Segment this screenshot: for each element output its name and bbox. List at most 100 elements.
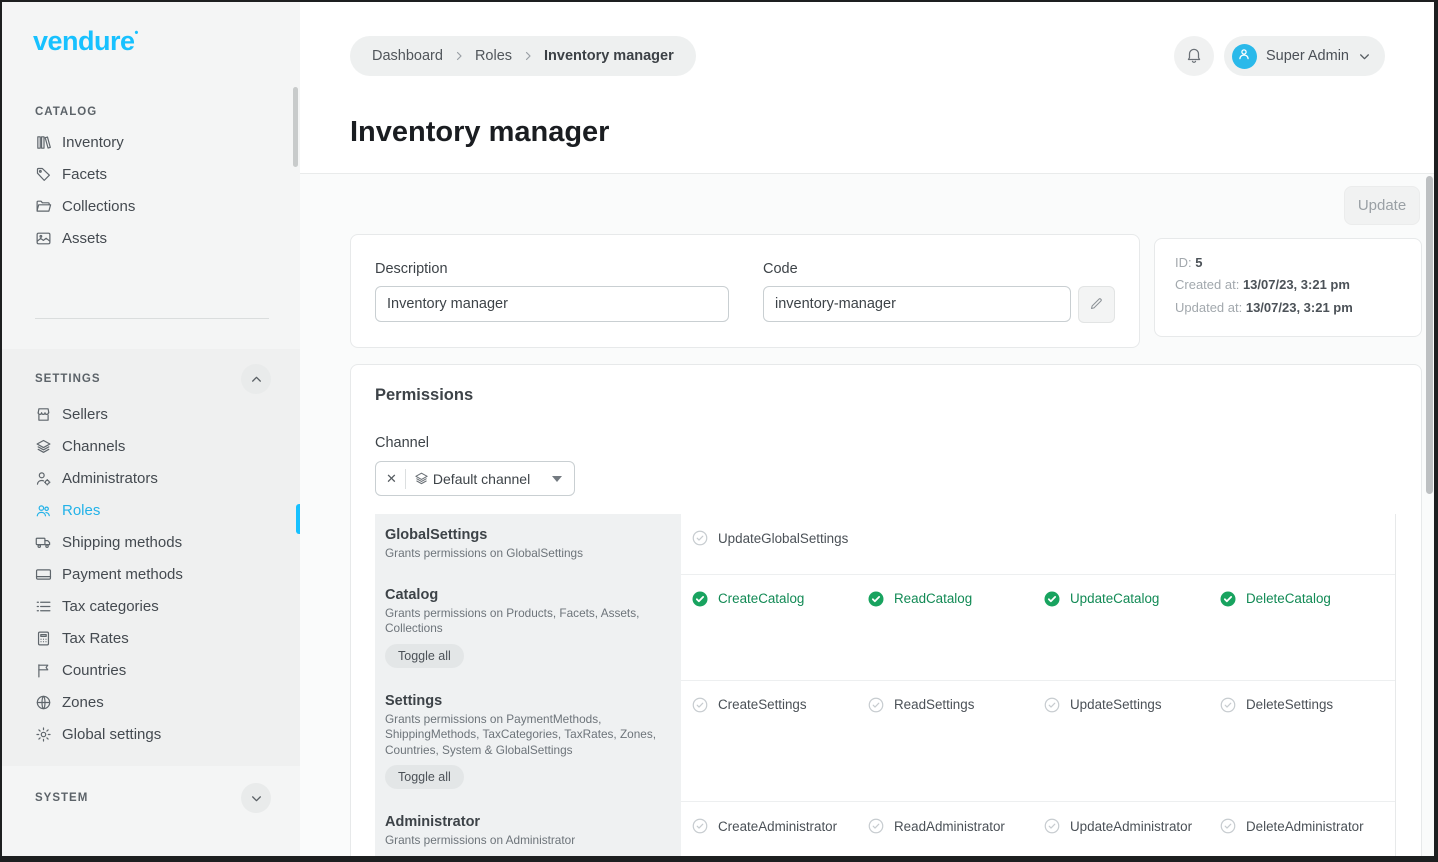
- sidebar-item-label: Zones: [62, 694, 104, 711]
- sidebar-item-roles[interactable]: Roles: [2, 494, 300, 526]
- permission-deletecatalog[interactable]: DeleteCatalog: [1219, 589, 1395, 609]
- permission-label: DeleteAdministrator: [1246, 819, 1364, 834]
- breadcrumb-separator-icon: [453, 50, 465, 62]
- permissions-card: Permissions Channel ✕ Default channel Gl…: [350, 364, 1422, 856]
- permissions-heading: Permissions: [375, 386, 1396, 405]
- page-title: Inventory manager: [350, 116, 609, 149]
- code-input[interactable]: [763, 286, 1071, 322]
- permission-label: ReadSettings: [894, 697, 974, 712]
- sidebar-item-payment-methods[interactable]: Payment methods: [2, 558, 300, 590]
- sidebar-item-administrators[interactable]: Administrators: [2, 462, 300, 494]
- sidebar-item-collections[interactable]: Collections: [2, 190, 300, 222]
- permission-updateglobalsettings[interactable]: UpdateGlobalSettings: [691, 528, 867, 548]
- sidebar-section-catalog: CATALOG InventoryFacetsCollectionsAssets: [2, 98, 300, 254]
- sidebar-item-tax-rates[interactable]: Tax Rates: [2, 622, 300, 654]
- sidebar-item-assets[interactable]: Assets: [2, 222, 300, 254]
- update-button[interactable]: Update: [1344, 186, 1420, 225]
- permission-label: CreateCatalog: [718, 591, 804, 606]
- sidebar-item-label: Countries: [62, 662, 126, 679]
- user-menu[interactable]: Super Admin: [1224, 36, 1385, 76]
- channel-select[interactable]: ✕ Default channel: [375, 461, 575, 496]
- entity-info-panel: ID: 5 Created at: 13/07/23, 3:21 pm Upda…: [1154, 238, 1422, 337]
- code-label: Code: [763, 261, 1115, 277]
- admin-icon: [35, 470, 52, 487]
- section-toggle-system[interactable]: [241, 783, 271, 813]
- description-label: Description: [375, 261, 729, 277]
- check-circle-icon: [867, 696, 885, 714]
- clear-channel-button[interactable]: ✕: [386, 472, 397, 485]
- sidebar-item-global-settings[interactable]: Global settings: [2, 718, 300, 750]
- permission-label: DeleteSettings: [1246, 697, 1333, 712]
- select-divider: [405, 469, 406, 489]
- permission-updatecatalog[interactable]: UpdateCatalog: [1043, 589, 1219, 609]
- permission-updateadministrator[interactable]: UpdateAdministrator: [1043, 816, 1219, 836]
- notifications-button[interactable]: [1174, 36, 1214, 76]
- permission-createcatalog[interactable]: CreateCatalog: [691, 589, 867, 609]
- permission-updatesettings[interactable]: UpdateSettings: [1043, 695, 1219, 715]
- channel-label: Channel: [375, 435, 1396, 451]
- breadcrumb-item-dashboard[interactable]: Dashboard: [372, 48, 443, 64]
- sidebar-item-channels[interactable]: Channels: [2, 430, 300, 462]
- section-header-settings: SETTINGS: [2, 365, 300, 393]
- check-circle-icon: [1219, 817, 1237, 835]
- chevron-down-icon: [250, 792, 263, 805]
- check-circle-icon: [1219, 696, 1237, 714]
- layers-icon: [414, 471, 429, 486]
- chevron-up-icon: [250, 373, 263, 386]
- permission-createadministrator[interactable]: CreateAdministrator: [691, 816, 867, 836]
- edit-code-button[interactable]: [1078, 286, 1115, 323]
- description-input[interactable]: [375, 286, 729, 322]
- permission-readsettings[interactable]: ReadSettings: [867, 695, 1043, 715]
- inventory-icon: [35, 134, 52, 151]
- permission-deleteadministrator[interactable]: DeleteAdministrator: [1219, 816, 1395, 836]
- layers-icon: [35, 438, 52, 455]
- check-circle-filled-icon: [867, 590, 885, 608]
- entity-id: ID: 5: [1175, 256, 1401, 270]
- section-toggle-settings[interactable]: [241, 364, 271, 394]
- sidebar: vendure• CATALOG InventoryFacetsCollectio…: [2, 2, 300, 856]
- section-label-settings: SETTINGS: [35, 373, 101, 385]
- permission-group-description: Grants permissions on PaymentMethods, Sh…: [385, 712, 661, 759]
- section-label-system: SYSTEM: [35, 792, 88, 804]
- permission-label: ReadAdministrator: [894, 819, 1005, 834]
- breadcrumb-item-roles[interactable]: Roles: [475, 48, 512, 64]
- permission-createsettings[interactable]: CreateSettings: [691, 695, 867, 715]
- sidebar-item-zones[interactable]: Zones: [2, 686, 300, 718]
- globe-icon: [35, 694, 52, 711]
- permission-group-globalsettings: GlobalSettingsGrants permissions on Glob…: [375, 514, 1395, 574]
- permission-label: UpdateCatalog: [1070, 591, 1159, 606]
- page-scrollbar[interactable]: [1426, 176, 1433, 494]
- permission-group-items: UpdateGlobalSettings: [681, 514, 1395, 574]
- sidebar-scrollbar[interactable]: [293, 87, 298, 167]
- card-icon: [35, 566, 52, 583]
- permission-deletesettings[interactable]: DeleteSettings: [1219, 695, 1395, 715]
- channel-value: Default channel: [433, 471, 544, 487]
- sidebar-item-countries[interactable]: Countries: [2, 654, 300, 686]
- sidebar-item-label: Administrators: [62, 470, 158, 487]
- sidebar-item-label: Sellers: [62, 406, 108, 423]
- sidebar-item-facets[interactable]: Facets: [2, 158, 300, 190]
- sidebar-item-inventory[interactable]: Inventory: [2, 126, 300, 158]
- breadcrumb: Dashboard Roles Inventory manager: [350, 36, 696, 76]
- section-label-catalog: CATALOG: [35, 106, 97, 118]
- vendure-logo[interactable]: vendure•: [33, 26, 138, 57]
- sidebar-section-settings: SETTINGS Sellers Channels Administrators Rol…: [2, 349, 300, 766]
- store-icon: [35, 406, 52, 423]
- sidebar-item-label: Roles: [62, 502, 100, 519]
- sidebar-item-shipping-methods[interactable]: Shipping methods: [2, 526, 300, 558]
- permission-readcatalog[interactable]: ReadCatalog: [867, 589, 1043, 609]
- permission-readadministrator[interactable]: ReadAdministrator: [867, 816, 1043, 836]
- check-circle-icon: [691, 817, 709, 835]
- sidebar-item-sellers[interactable]: Sellers: [2, 398, 300, 430]
- image-icon: [35, 230, 52, 247]
- permission-group-info: AdministratorGrants permissions on Admin…: [375, 801, 681, 856]
- sidebar-item-tax-categories[interactable]: Tax categories: [2, 590, 300, 622]
- toggle-all-button[interactable]: Toggle all: [385, 644, 464, 668]
- breadcrumb-item-inventory-manager[interactable]: Inventory manager: [544, 48, 674, 64]
- users-icon: [35, 502, 52, 519]
- truck-icon: [35, 534, 52, 551]
- check-circle-icon: [691, 696, 709, 714]
- sidebar-divider: [35, 318, 269, 319]
- toggle-all-button[interactable]: Toggle all: [385, 765, 464, 789]
- sidebar-item-label: Channels: [62, 438, 125, 455]
